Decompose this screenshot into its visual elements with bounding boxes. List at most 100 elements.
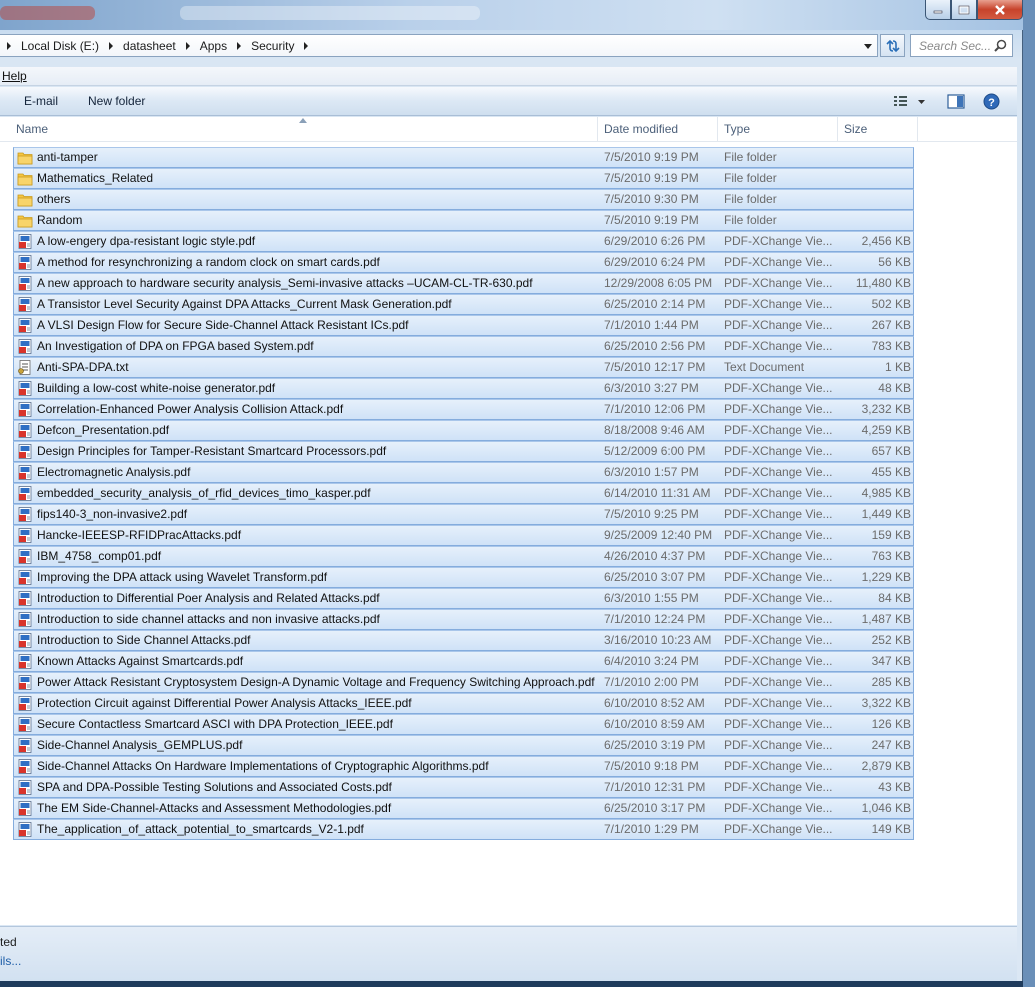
file-row[interactable]: An Investigation of DPA on FPGA based Sy…: [13, 336, 914, 357]
file-size: 159 KB: [871, 528, 911, 542]
file-type: File folder: [724, 150, 777, 164]
file-type: PDF-XChange Vie...: [724, 507, 833, 521]
file-row[interactable]: Power Attack Resistant Cryptosystem Desi…: [13, 672, 914, 693]
pdf-file-icon: [17, 759, 33, 774]
column-date-modified[interactable]: Date modified: [600, 117, 718, 142]
search-input[interactable]: Search Sec...: [910, 34, 1013, 57]
file-row[interactable]: Introduction to side channel attacks and…: [13, 609, 914, 630]
file-size: [842, 211, 911, 230]
file-row[interactable]: A Transistor Level Security Against DPA …: [13, 294, 914, 315]
file-type: PDF-XChange Vie...: [724, 591, 833, 605]
window-bottom-border: [0, 981, 1023, 987]
file-row[interactable]: IBM_4758_comp01.pdf 4/26/2010 4:37 PM PDF-…: [13, 546, 914, 567]
search-icon[interactable]: [994, 39, 1007, 52]
breadcrumb-item-datasheet[interactable]: datasheet: [118, 39, 181, 53]
file-row[interactable]: Side-Channel Analysis_GEMPLUS.pdf 6/25/20…: [13, 735, 914, 756]
file-row[interactable]: A VLSI Design Flow for Secure Side-Chann…: [13, 315, 914, 336]
file-name: embedded_security_analysis_of_rfid_devic…: [37, 486, 371, 500]
pdf-file-icon: [17, 738, 33, 753]
menu-help[interactable]: Help: [0, 69, 29, 83]
pdf-file-icon: [17, 675, 33, 690]
file-row[interactable]: Hancke-IEEESP-RFIDPracAttacks.pdf 9/25/20…: [13, 525, 914, 546]
file-row[interactable]: SPA and DPA-Possible Testing Solutions a…: [13, 777, 914, 798]
address-bar[interactable]: Local Disk (E:) datasheet Apps Security: [0, 34, 878, 57]
file-row[interactable]: embedded_security_analysis_of_rfid_devic…: [13, 483, 914, 504]
file-row[interactable]: A low-engery dpa-resistant logic style.p…: [13, 231, 914, 252]
file-row[interactable]: Improving the DPA attack using Wavelet T…: [13, 567, 914, 588]
window-controls: [925, 0, 1023, 20]
file-row[interactable]: Correlation-Enhanced Power Analysis Coll…: [13, 399, 914, 420]
pdf-file-icon: [17, 801, 33, 816]
file-type: Text Document: [724, 360, 805, 374]
new-folder-button[interactable]: New folder: [88, 94, 145, 108]
pdf-file-icon: [17, 654, 33, 669]
file-type: PDF-XChange Vie...: [724, 234, 833, 248]
show-details-link[interactable]: ils...: [0, 954, 21, 968]
file-row[interactable]: Random 7/5/2010 9:19 PM File folder: [13, 210, 914, 231]
file-size: 1,229 KB: [861, 570, 911, 584]
help-icon[interactable]: ?: [983, 93, 1000, 110]
maximize-button[interactable]: [951, 0, 977, 20]
breadcrumb-chevron-icon[interactable]: [181, 37, 195, 55]
file-type: PDF-XChange Vie...: [724, 486, 833, 500]
file-size: 4,985 KB: [861, 486, 911, 500]
close-button[interactable]: [977, 0, 1023, 20]
breadcrumb-chevron-icon[interactable]: [104, 37, 118, 55]
email-button[interactable]: E-mail: [24, 94, 58, 108]
file-date-modified: 8/18/2008 9:46 AM: [604, 423, 705, 437]
file-type: File folder: [724, 192, 777, 206]
file-row[interactable]: Introduction to Differential Poer Analys…: [13, 588, 914, 609]
column-size[interactable]: Size: [840, 117, 918, 142]
file-size: 56 KB: [878, 255, 911, 269]
pdf-file-icon: [17, 402, 33, 417]
preview-pane-icon[interactable]: [947, 94, 965, 109]
file-row[interactable]: Anti-SPA-DPA.txt 7/5/2010 12:17 PM Text Do…: [13, 357, 914, 378]
file-row[interactable]: Secure Contactless Smartcard ASCI with D…: [13, 714, 914, 735]
file-row[interactable]: fips140-3_non-invasive2.pdf 7/5/2010 9:25…: [13, 504, 914, 525]
file-row[interactable]: A method for resynchronizing a random cl…: [13, 252, 914, 273]
breadcrumb-item-security[interactable]: Security: [246, 39, 299, 53]
breadcrumb-chevron-icon[interactable]: [299, 37, 313, 55]
change-view-icon[interactable]: [893, 95, 929, 109]
title-blur: [0, 6, 95, 20]
file-row[interactable]: Building a low-cost white-noise generato…: [13, 378, 914, 399]
file-row[interactable]: anti-tamper 7/5/2010 9:19 PM File folder: [13, 147, 914, 168]
pdf-file-icon: [17, 486, 33, 501]
breadcrumb-item-drive[interactable]: Local Disk (E:): [16, 39, 104, 53]
file-name: Power Attack Resistant Cryptosystem Desi…: [37, 675, 595, 689]
folder-icon: [17, 171, 33, 186]
file-row[interactable]: Mathematics_Related 7/5/2010 9:19 PM File …: [13, 168, 914, 189]
address-history-dropdown[interactable]: [861, 38, 875, 54]
pdf-file-icon: [17, 465, 33, 480]
minimize-button[interactable]: [925, 0, 951, 20]
file-row[interactable]: The_application_of_attack_potential_to_s…: [13, 819, 914, 840]
folder-icon: [17, 213, 33, 228]
file-row[interactable]: Defcon_Presentation.pdf 8/18/2008 9:46 AM…: [13, 420, 914, 441]
file-type: PDF-XChange Vie...: [724, 549, 833, 563]
file-date-modified: 7/5/2010 9:25 PM: [604, 507, 699, 521]
breadcrumb-chevron-icon[interactable]: [232, 37, 246, 55]
file-date-modified: 6/25/2010 3:19 PM: [604, 738, 706, 752]
file-row[interactable]: A new approach to hardware security anal…: [13, 273, 914, 294]
file-row[interactable]: Introduction to Side Channel Attacks.pdf…: [13, 630, 914, 651]
file-row[interactable]: The EM Side-Channel-Attacks and Assessme…: [13, 798, 914, 819]
column-type[interactable]: Type: [720, 117, 838, 142]
column-name[interactable]: Name: [12, 117, 598, 142]
file-date-modified: 7/5/2010 9:30 PM: [604, 192, 699, 206]
file-type: PDF-XChange Vie...: [724, 444, 833, 458]
breadcrumb-item-apps[interactable]: Apps: [195, 39, 232, 53]
file-row[interactable]: Protection Circuit against Differential …: [13, 693, 914, 714]
file-row[interactable]: Design Principles for Tamper-Resistant S…: [13, 441, 914, 462]
file-size: 1 KB: [884, 360, 911, 374]
title-bar[interactable]: [0, 0, 1023, 30]
file-row[interactable]: Electromagnetic Analysis.pdf 6/3/2010 1:5…: [13, 462, 914, 483]
file-row[interactable]: Known Attacks Against Smartcards.pdf 6/4/…: [13, 651, 914, 672]
file-row[interactable]: Side-Channel Attacks On Hardware Impleme…: [13, 756, 914, 777]
refresh-button[interactable]: [880, 34, 905, 57]
folder-icon: [17, 150, 33, 165]
file-name: A VLSI Design Flow for Secure Side-Chann…: [37, 318, 409, 332]
breadcrumb-chevron-icon[interactable]: [2, 37, 16, 55]
file-name: others: [37, 192, 71, 206]
file-row[interactable]: others 7/5/2010 9:30 PM File folder: [13, 189, 914, 210]
maximize-icon: [958, 5, 970, 14]
